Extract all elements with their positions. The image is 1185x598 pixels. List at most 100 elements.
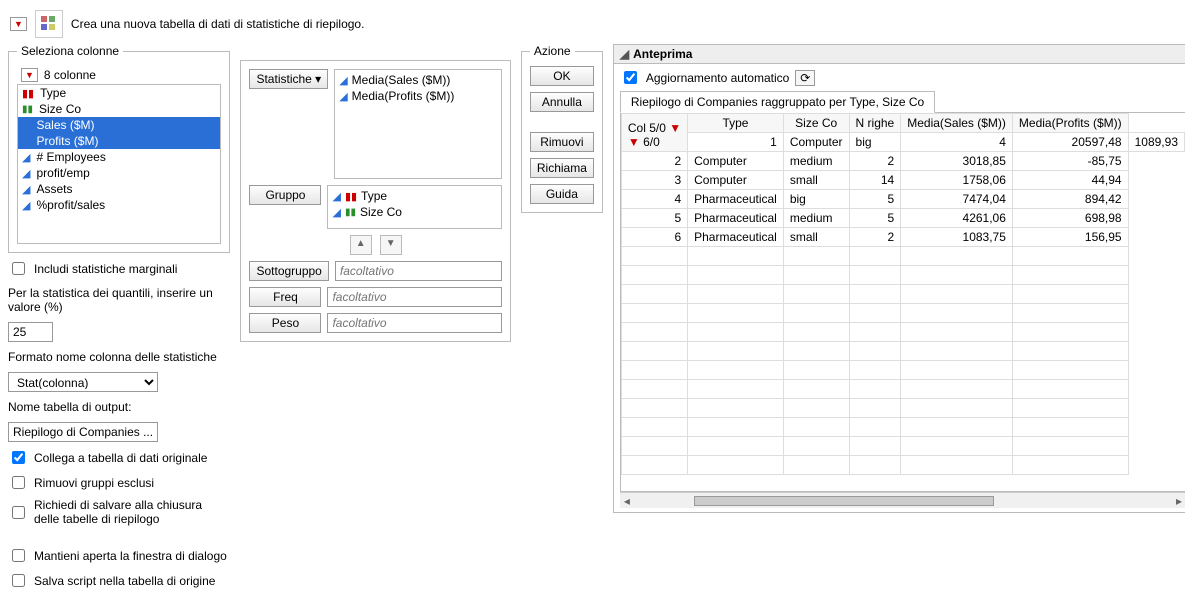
table-header[interactable]: Size Co [783,114,849,133]
column-item[interactable]: ◢ Assets [18,181,220,197]
auto-update-input[interactable] [624,71,637,84]
remove-button[interactable]: Rimuovi [530,132,594,152]
column-item[interactable]: ◢ profit/emp [18,165,220,181]
recall-button[interactable]: Richiama [530,158,594,178]
table-cell: 5 [849,190,901,209]
refresh-icon[interactable]: ⟳ [795,70,815,86]
table-row[interactable]: 2Computermedium23018,85-85,75 [621,152,1184,171]
scroll-thumb[interactable] [694,496,994,506]
statistic-item[interactable]: ◢ Media(Profits ($M)) [337,88,499,104]
column-item[interactable]: ◢ Sales ($M) [18,117,220,133]
keep-open-input[interactable] [12,549,25,562]
subgroup-input[interactable] [335,261,502,281]
quantile-input[interactable] [8,322,53,342]
format-select[interactable]: Stat(colonna) [8,372,158,392]
freq-input[interactable] [327,287,501,307]
roles-fieldset: Statistiche ▾ ◢ Media(Sales ($M))◢ Media… [240,60,510,342]
column-label: profit/emp [36,166,89,180]
table-row [621,380,1184,399]
help-button[interactable]: Guida [530,184,594,204]
save-script-input[interactable] [12,574,25,587]
freq-button[interactable]: Freq [249,287,321,307]
table-row [621,247,1184,266]
preview-table-wrap: Col 5/0 ▼▼ 6/0TypeSize CoN righeMedia(Sa… [620,112,1185,492]
group-box[interactable]: ◢ ▮▮ Type◢ ▮▮ Size Co [327,185,501,229]
group-item[interactable]: ◢ ▮▮ Type [330,188,498,204]
auto-update-checkbox[interactable]: Aggiornamento automatico ⟳ [620,68,1185,87]
save-script-checkbox[interactable]: Salva script nella tabella di origine [8,571,230,590]
weight-button[interactable]: Peso [249,313,321,333]
preview-title: Anteprima [633,47,692,61]
column-item[interactable]: ◢ %profit/sales [18,197,220,213]
columns-menu-icon[interactable]: ▼ [21,68,38,82]
sort-desc-button[interactable]: ▼ [380,235,402,255]
table-row [621,361,1184,380]
header-description: Crea una nuova tabella di dati di statis… [71,17,365,31]
quantile-label: Per la statistica dei quantili, inserire… [8,286,230,314]
table-cell: Pharmaceutical [688,228,784,247]
table-header[interactable]: Type [688,114,784,133]
weight-input[interactable] [327,313,501,333]
remove-groups-checkbox[interactable]: Rimuovi gruppi esclusi [8,473,230,492]
include-marginal-checkbox[interactable]: Includi statistiche marginali [8,259,230,278]
summary-table-icon [35,10,63,38]
cancel-button[interactable]: Annulla [530,92,594,112]
horizontal-scrollbar[interactable]: ◂ ▸ [620,492,1185,508]
column-item[interactable]: ◢ Profits ($M) [18,133,220,149]
outname-label: Nome tabella di output: [8,400,230,414]
keep-open-checkbox[interactable]: Mantieni aperta la finestra di dialogo [8,546,230,565]
continuous-icon: ◢ [332,206,340,219]
ok-button[interactable]: OK [530,66,594,86]
link-original-input[interactable] [12,451,25,464]
table-row [621,437,1184,456]
include-marginal-input[interactable] [12,262,25,275]
table-row[interactable]: 1Computerbig420597,481089,93 [621,133,1184,152]
row-number: 3 [621,171,687,190]
row-number: 6 [621,228,687,247]
columns-list[interactable]: ▮▮ Type▮▮ Size Co◢ Sales ($M)◢ Profits (… [17,84,221,244]
ask-save-checkbox[interactable]: Richiedi di salvare alla chiusura delle … [8,498,230,526]
sort-asc-button[interactable]: ▲ [350,235,372,255]
preview-tab[interactable]: Riepilogo di Companies raggruppato per T… [620,91,935,113]
disclosure-icon[interactable]: ◢ [620,47,629,61]
statistics-box[interactable]: ◢ Media(Sales ($M))◢ Media(Profits ($M)) [334,69,502,179]
table-cell: medium [783,152,849,171]
column-item[interactable]: ◢ # Employees [18,149,220,165]
subgroup-button[interactable]: Sottogruppo [249,261,328,281]
group-item[interactable]: ◢ ▮▮ Size Co [330,204,498,220]
keep-open-label: Mantieni aperta la finestra di dialogo [34,549,227,563]
statistics-button[interactable]: Statistiche ▾ [249,69,328,89]
col-indicator[interactable]: Col 5/0 ▼ [628,121,681,135]
row-number: 5 [621,209,687,228]
table-row [621,399,1184,418]
actions-fieldset: Azione OK Annulla Rimuovi Richiama Guida [521,44,603,213]
statistic-item[interactable]: ◢ Media(Sales ($M)) [337,72,499,88]
link-original-checkbox[interactable]: Collega a tabella di dati originale [8,448,230,467]
table-cell: 14 [849,171,901,190]
scroll-left-icon[interactable]: ◂ [620,494,634,508]
row-number: 1 [688,133,784,152]
table-row[interactable]: 5Pharmaceuticalmedium54261,06698,98 [621,209,1184,228]
column-item[interactable]: ▮▮ Type [18,85,220,101]
group-button[interactable]: Gruppo [249,185,321,205]
column-item[interactable]: ▮▮ Size Co [18,101,220,117]
continuous-icon: ◢ [339,90,347,103]
table-row[interactable]: 6Pharmaceuticalsmall21083,75156,95 [621,228,1184,247]
remove-groups-input[interactable] [12,476,25,489]
table-row[interactable]: 3Computersmall141758,0644,94 [621,171,1184,190]
table-header[interactable]: Media(Profits ($M)) [1012,114,1128,133]
table-header[interactable]: N righe [849,114,901,133]
table-row [621,285,1184,304]
menu-trigger-icon[interactable]: ▼ [10,17,27,31]
scroll-right-icon[interactable]: ▸ [1172,494,1185,508]
row-indicator[interactable]: 6/0 [643,135,660,149]
table-cell: 2 [849,152,901,171]
table-row [621,266,1184,285]
table-header[interactable]: Media(Sales ($M)) [901,114,1013,133]
table-cell: 1758,06 [901,171,1013,190]
table-row[interactable]: 4Pharmaceuticalbig57474,04894,42 [621,190,1184,209]
preview-header: ◢ Anteprima [613,44,1185,64]
ask-save-input[interactable] [12,506,25,519]
column-label: # Employees [36,150,105,164]
outname-input[interactable] [8,422,158,442]
